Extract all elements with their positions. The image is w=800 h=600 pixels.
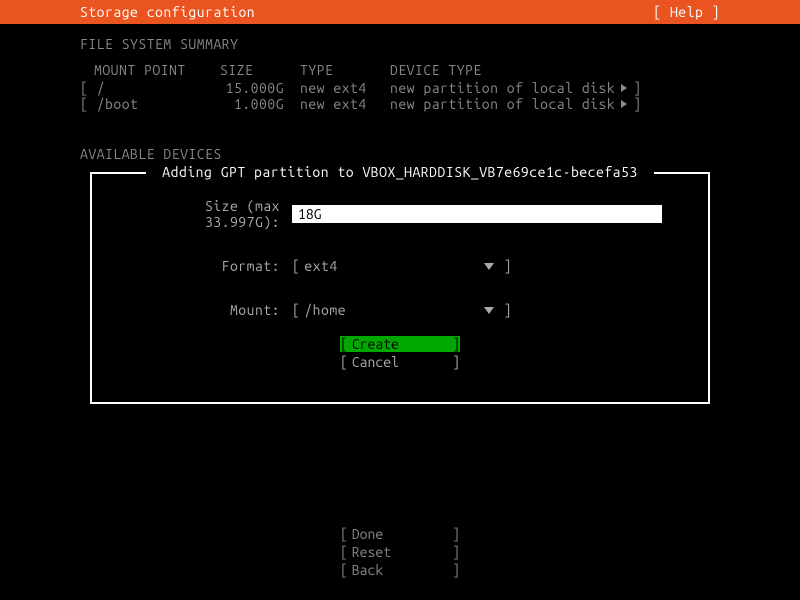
type-cell: new ext4	[300, 80, 390, 96]
device-cell: new partition of local disk ]	[390, 96, 720, 112]
col-mount-header: MOUNT POINT	[80, 62, 220, 78]
done-button[interactable]: [Done]	[340, 526, 460, 542]
table-row[interactable]: [ /boot 1.000G new ext4 new partition of…	[80, 96, 720, 112]
create-button[interactable]: [Create]	[340, 336, 460, 352]
table-row[interactable]: [ / 15.000G new ext4 new partition of lo…	[80, 80, 720, 96]
available-devices-title: AVAILABLE DEVICES	[80, 146, 720, 162]
help-button[interactable]: [ Help ]	[653, 4, 720, 20]
back-button[interactable]: [Back]	[340, 562, 460, 578]
dialog-title: Adding GPT partition to VBOX_HARDDISK_VB…	[146, 164, 654, 180]
filesystem-summary-table: MOUNT POINT SIZE TYPE DEVICE TYPE [ / 15…	[80, 62, 720, 112]
mount-value: /home	[304, 302, 483, 318]
format-row: Format: [ ext4 ]	[122, 258, 678, 274]
chevron-right-icon	[621, 84, 627, 92]
filesystem-summary-title: FILE SYSTEM SUMMARY	[80, 36, 720, 52]
page-title: Storage configuration	[80, 4, 255, 20]
format-label: Format:	[122, 258, 292, 274]
size-cell: 1.000G	[220, 96, 300, 112]
main-content: FILE SYSTEM SUMMARY MOUNT POINT SIZE TYP…	[0, 24, 800, 404]
cancel-button[interactable]: [Cancel]	[340, 354, 460, 370]
format-select[interactable]: [ ext4 ]	[292, 258, 512, 274]
chevron-down-icon	[484, 307, 494, 314]
available-devices-section: AVAILABLE DEVICES Adding GPT partition t…	[80, 146, 720, 404]
footer-buttons: [Done] [Reset] [Back]	[0, 526, 800, 580]
size-label: Size (max 33.997G):	[122, 198, 292, 230]
header-bar: Storage configuration [ Help ]	[0, 0, 800, 24]
col-type-header: TYPE	[300, 62, 390, 78]
format-value: ext4	[304, 258, 483, 274]
col-device-header: DEVICE TYPE	[390, 62, 720, 78]
type-cell: new ext4	[300, 96, 390, 112]
size-input[interactable]	[292, 205, 662, 223]
mount-row: Mount: [ /home ]	[122, 302, 678, 318]
mount-cell: [ /	[80, 80, 220, 96]
chevron-down-icon	[484, 263, 494, 270]
size-row: Size (max 33.997G):	[122, 198, 678, 230]
mount-label: Mount:	[122, 302, 292, 318]
partition-dialog: Adding GPT partition to VBOX_HARDDISK_VB…	[90, 172, 710, 404]
chevron-right-icon	[621, 100, 627, 108]
mount-cell: [ /boot	[80, 96, 220, 112]
reset-button[interactable]: [Reset]	[340, 544, 460, 560]
table-header: MOUNT POINT SIZE TYPE DEVICE TYPE	[80, 62, 720, 78]
device-cell: new partition of local disk ]	[390, 80, 720, 96]
size-cell: 15.000G	[220, 80, 300, 96]
col-size-header: SIZE	[220, 62, 300, 78]
dialog-buttons: [Create] [Cancel]	[122, 336, 678, 372]
mount-select[interactable]: [ /home ]	[292, 302, 512, 318]
